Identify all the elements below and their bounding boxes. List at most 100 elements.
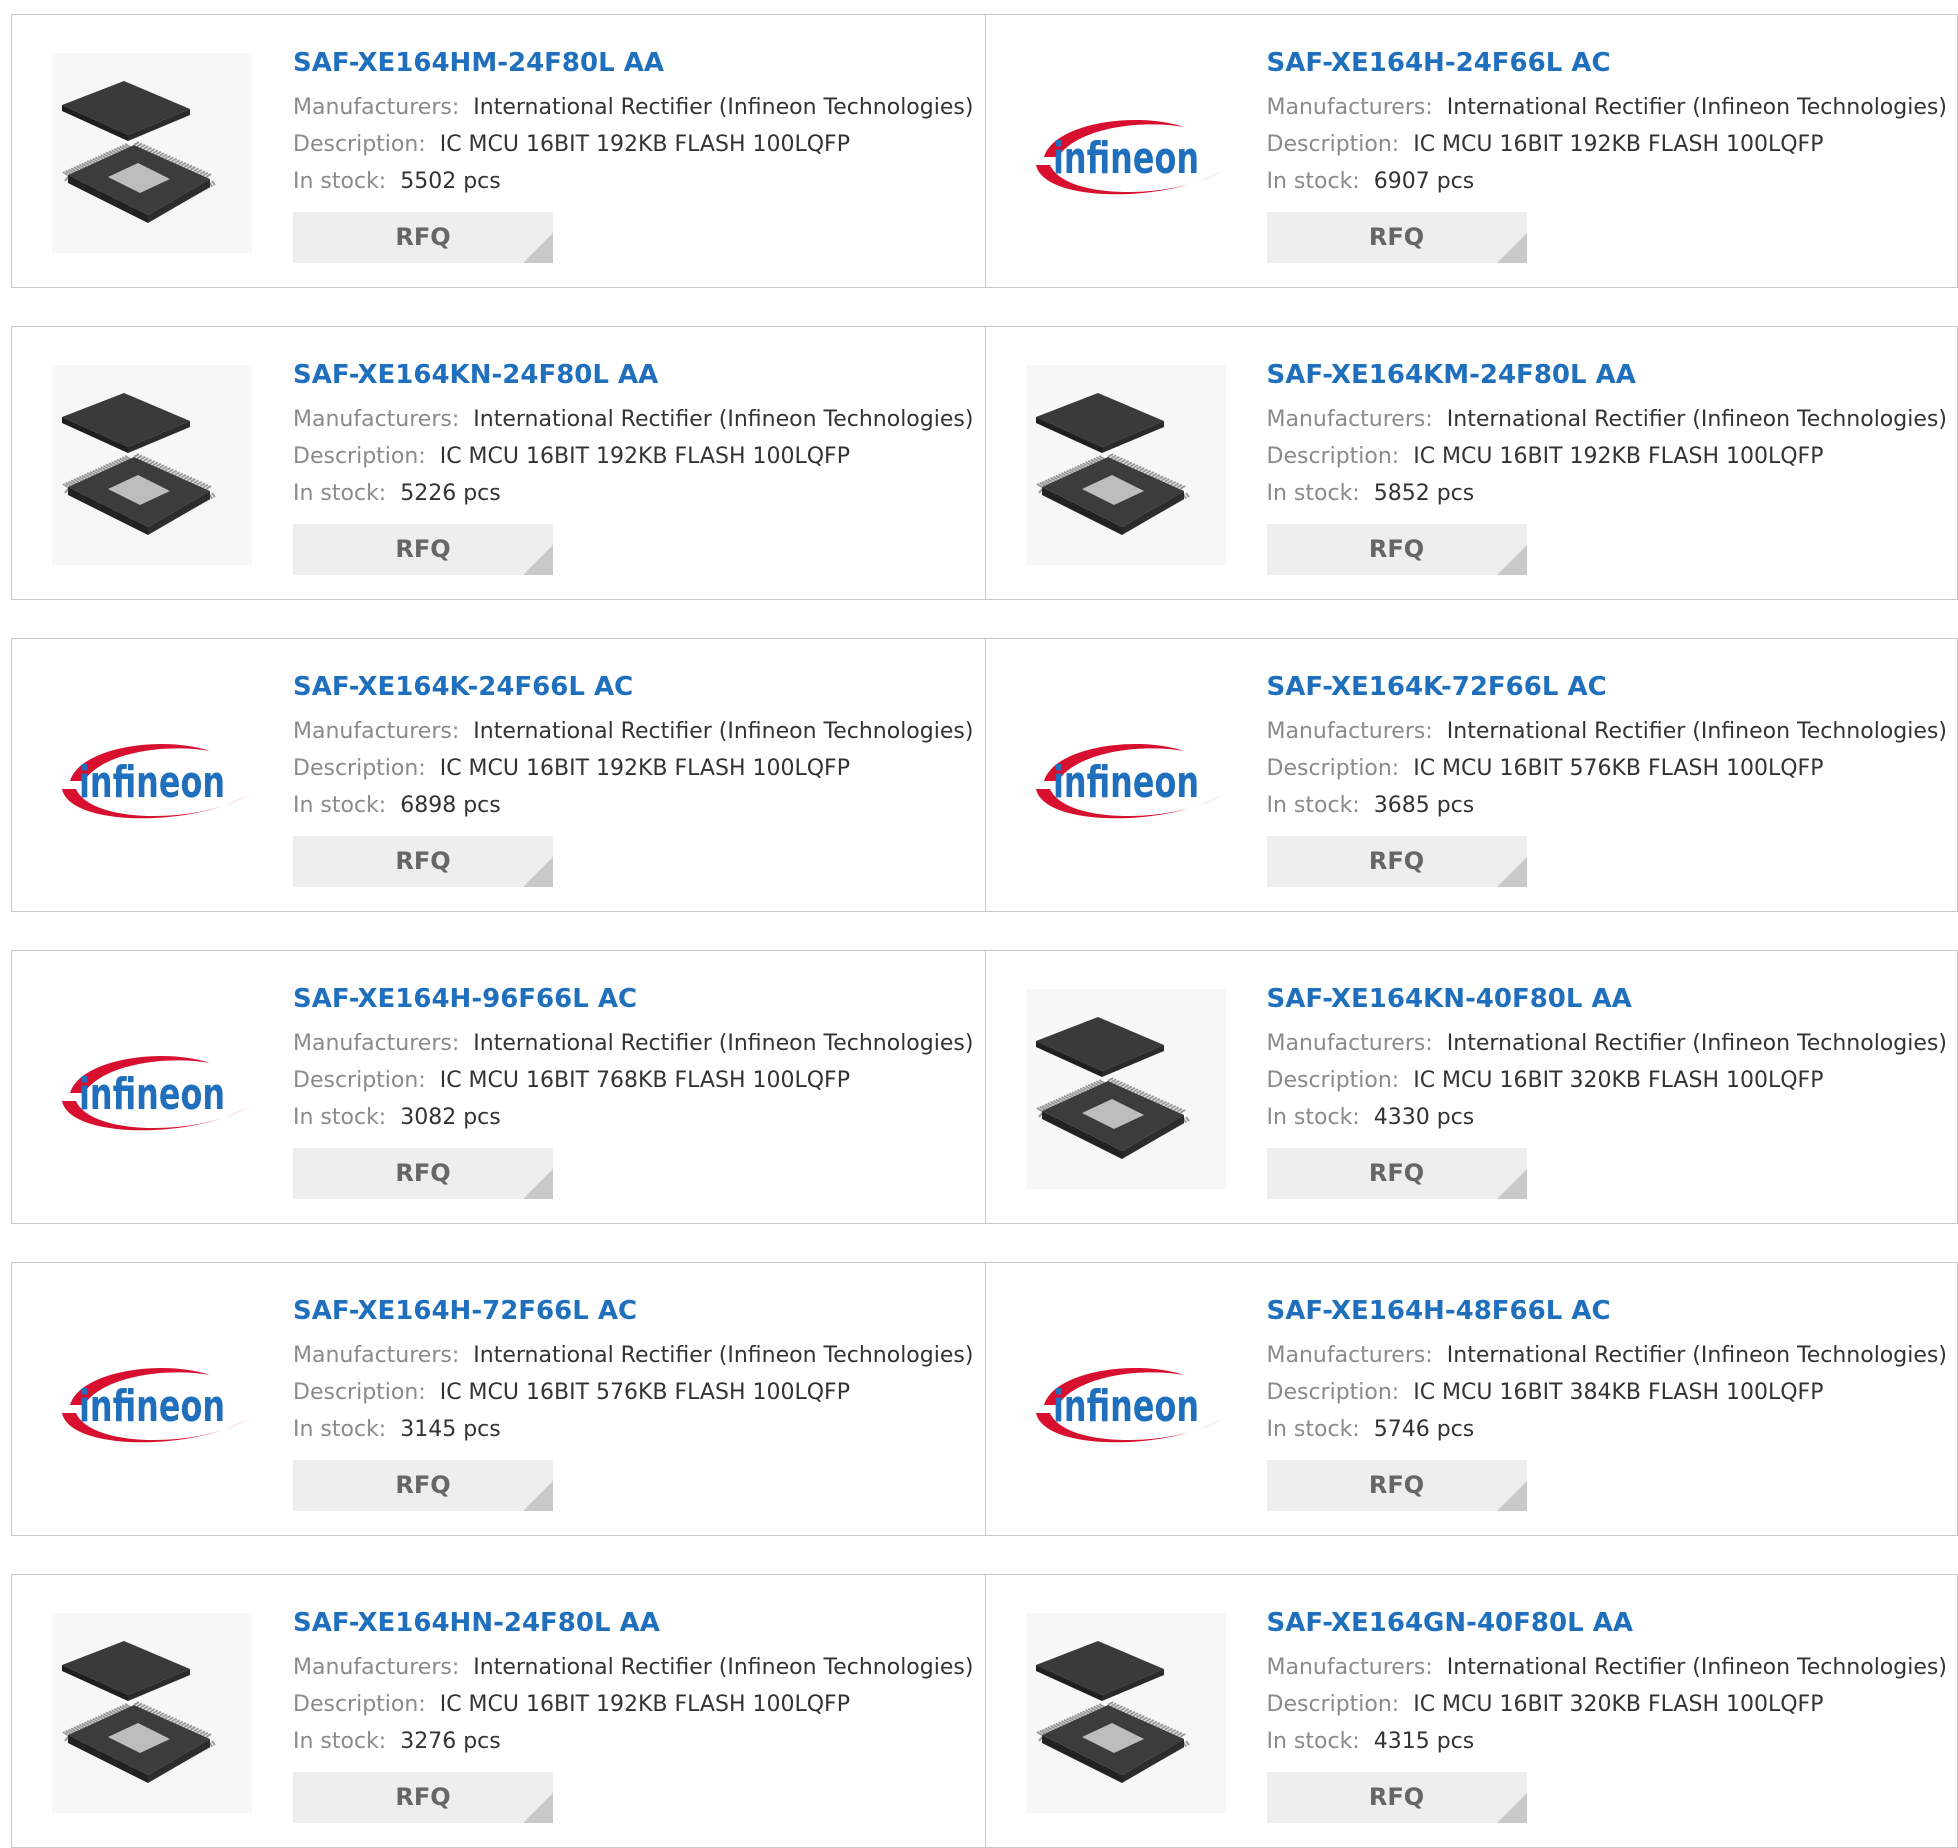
description-line: Description: IC MCU 16BIT 576KB FLASH 100… bbox=[1267, 750, 1958, 787]
stock-line: In stock: 3082 pcs bbox=[293, 1099, 985, 1136]
rfq-button[interactable]: RFQ bbox=[293, 212, 553, 263]
rfq-button[interactable]: RFQ bbox=[1266, 1772, 1527, 1823]
stock-line: In stock: 3685 pcs bbox=[1267, 787, 1958, 824]
product-card: SAF-XE164GN-40F80L AA Manufacturers: Inte… bbox=[984, 1575, 1958, 1847]
stock-line: In stock: 5226 pcs bbox=[293, 475, 985, 512]
rfq-button[interactable]: RFQ bbox=[1266, 524, 1527, 575]
description-line: Description: IC MCU 16BIT 192KB FLASH 100… bbox=[293, 1686, 985, 1723]
chip-image[interactable] bbox=[1025, 365, 1226, 565]
description-label: Description: bbox=[1266, 756, 1400, 781]
rfq-button[interactable]: RFQ bbox=[1266, 836, 1527, 887]
corner-triangle-icon bbox=[523, 1793, 553, 1823]
rfq-button[interactable]: RFQ bbox=[1266, 1460, 1527, 1511]
part-number-link[interactable]: SAF-XE164KM-24F80L AA bbox=[1267, 357, 1958, 393]
stock-value: 6898 pcs bbox=[400, 793, 501, 818]
description-label: Description: bbox=[1266, 132, 1400, 157]
description-label: Description: bbox=[293, 1692, 426, 1717]
part-number-link[interactable]: SAF-XE164KN-24F80L AA bbox=[293, 357, 985, 393]
manufacturer-value: International Rectifier (Infineon Techno… bbox=[473, 1343, 974, 1368]
description-line: Description: IC MCU 16BIT 192KB FLASH 100… bbox=[1267, 126, 1958, 163]
product-card: infineon SAF-XE164H-48F66L AC Manufactur… bbox=[984, 1263, 1958, 1535]
rfq-button[interactable]: RFQ bbox=[293, 836, 553, 887]
rfq-button[interactable]: RFQ bbox=[293, 524, 553, 575]
stock-value: 6907 pcs bbox=[1373, 169, 1475, 194]
description-line: Description: IC MCU 16BIT 192KB FLASH 100… bbox=[293, 750, 985, 787]
stock-value: 5746 pcs bbox=[1373, 1417, 1475, 1442]
description-value: IC MCU 16BIT 192KB FLASH 100LQFP bbox=[1413, 132, 1824, 157]
stock-value: 3685 pcs bbox=[1373, 793, 1475, 818]
chip-image[interactable] bbox=[52, 365, 252, 565]
infineon-logo[interactable]: infineon bbox=[1026, 677, 1226, 877]
rfq-label: RFQ bbox=[1368, 535, 1425, 563]
manufacturer-label: Manufacturers: bbox=[293, 1031, 460, 1056]
stock-label: In stock: bbox=[1266, 481, 1360, 506]
manufacturer-value: International Rectifier (Infineon Techno… bbox=[1446, 1343, 1947, 1368]
infineon-logo[interactable]: infineon bbox=[1026, 53, 1226, 253]
stock-label: In stock: bbox=[293, 169, 387, 194]
rfq-button[interactable]: RFQ bbox=[293, 1772, 553, 1823]
product-row: infineon SAF-XE164H-72F66L AC Manufactur… bbox=[11, 1262, 1958, 1536]
stock-value: 3145 pcs bbox=[400, 1417, 501, 1442]
rfq-button[interactable]: RFQ bbox=[1266, 212, 1527, 263]
description-line: Description: IC MCU 16BIT 320KB FLASH 100… bbox=[1267, 1062, 1958, 1099]
description-value: IC MCU 16BIT 192KB FLASH 100LQFP bbox=[439, 132, 850, 157]
manufacturer-value: International Rectifier (Infineon Techno… bbox=[1446, 1031, 1947, 1056]
stock-label: In stock: bbox=[1266, 793, 1360, 818]
manufacturer-line: Manufacturers: International Rectifier (I… bbox=[293, 89, 985, 126]
part-number-link[interactable]: SAF-XE164H-48F66L AC bbox=[1267, 1293, 1958, 1329]
rfq-label: RFQ bbox=[395, 535, 451, 563]
description-line: Description: IC MCU 16BIT 192KB FLASH 100… bbox=[293, 438, 985, 475]
stock-label: In stock: bbox=[293, 1729, 387, 1754]
product-row: SAF-XE164KN-24F80L AA Manufacturers: Inte… bbox=[11, 326, 1958, 600]
stock-value: 3276 pcs bbox=[400, 1729, 501, 1754]
svg-text:infineon: infineon bbox=[1053, 133, 1199, 184]
part-number-link[interactable]: SAF-XE164K-72F66L AC bbox=[1267, 669, 1958, 705]
corner-triangle-icon bbox=[523, 857, 553, 887]
stock-value: 3082 pcs bbox=[400, 1105, 501, 1130]
part-number-link[interactable]: SAF-XE164H-24F66L AC bbox=[1267, 45, 1958, 81]
chip-image[interactable] bbox=[52, 53, 252, 253]
part-number-link[interactable]: SAF-XE164HM-24F80L AA bbox=[293, 45, 985, 81]
manufacturer-line: Manufacturers: International Rectifier (I… bbox=[1267, 1649, 1958, 1686]
product-card: infineon SAF-XE164H-96F66L AC Manufactur… bbox=[12, 951, 985, 1223]
manufacturer-line: Manufacturers: International Rectifier (I… bbox=[293, 1337, 985, 1374]
chip-image[interactable] bbox=[1025, 989, 1226, 1189]
infineon-logo[interactable]: infineon bbox=[52, 677, 252, 877]
stock-label: In stock: bbox=[293, 793, 387, 818]
rfq-label: RFQ bbox=[395, 847, 451, 875]
description-line: Description: IC MCU 16BIT 384KB FLASH 100… bbox=[1267, 1374, 1958, 1411]
stock-line: In stock: 5746 pcs bbox=[1267, 1411, 1958, 1448]
product-card: infineon SAF-XE164K-24F66L AC Manufactur… bbox=[12, 639, 985, 911]
corner-triangle-icon bbox=[523, 233, 553, 263]
part-number-link[interactable]: SAF-XE164H-72F66L AC bbox=[293, 1293, 985, 1329]
rfq-button[interactable]: RFQ bbox=[293, 1460, 553, 1511]
stock-value: 5226 pcs bbox=[400, 481, 501, 506]
manufacturer-line: Manufacturers: International Rectifier (I… bbox=[293, 713, 985, 750]
description-value: IC MCU 16BIT 192KB FLASH 100LQFP bbox=[1413, 444, 1824, 469]
part-number-link[interactable]: SAF-XE164K-24F66L AC bbox=[293, 669, 985, 705]
manufacturer-line: Manufacturers: International Rectifier (I… bbox=[1267, 1337, 1958, 1374]
corner-triangle-icon bbox=[1496, 1169, 1527, 1199]
rfq-button[interactable]: RFQ bbox=[1266, 1148, 1527, 1199]
stock-line: In stock: 4330 pcs bbox=[1267, 1099, 1958, 1136]
part-number-link[interactable]: SAF-XE164HN-24F80L AA bbox=[293, 1605, 985, 1641]
chip-image[interactable] bbox=[52, 1613, 252, 1813]
infineon-logo[interactable]: infineon bbox=[1026, 1301, 1226, 1501]
manufacturer-label: Manufacturers: bbox=[1266, 95, 1433, 120]
rfq-button[interactable]: RFQ bbox=[293, 1148, 553, 1199]
part-number-link[interactable]: SAF-XE164H-96F66L AC bbox=[293, 981, 985, 1017]
part-number-link[interactable]: SAF-XE164KN-40F80L AA bbox=[1267, 981, 1958, 1017]
manufacturer-line: Manufacturers: International Rectifier (I… bbox=[293, 1025, 985, 1062]
manufacturer-label: Manufacturers: bbox=[293, 1343, 460, 1368]
part-number-link[interactable]: SAF-XE164GN-40F80L AA bbox=[1267, 1605, 1958, 1641]
manufacturer-value: International Rectifier (Infineon Techno… bbox=[473, 719, 974, 744]
description-label: Description: bbox=[293, 756, 426, 781]
description-value: IC MCU 16BIT 576KB FLASH 100LQFP bbox=[1413, 756, 1824, 781]
manufacturer-value: International Rectifier (Infineon Techno… bbox=[1446, 407, 1947, 432]
description-line: Description: IC MCU 16BIT 192KB FLASH 100… bbox=[293, 126, 985, 163]
infineon-logo[interactable]: infineon bbox=[52, 989, 252, 1189]
rfq-label: RFQ bbox=[395, 1159, 451, 1187]
chip-image[interactable] bbox=[1025, 1613, 1226, 1813]
description-value: IC MCU 16BIT 320KB FLASH 100LQFP bbox=[1413, 1068, 1824, 1093]
infineon-logo[interactable]: infineon bbox=[52, 1301, 252, 1501]
